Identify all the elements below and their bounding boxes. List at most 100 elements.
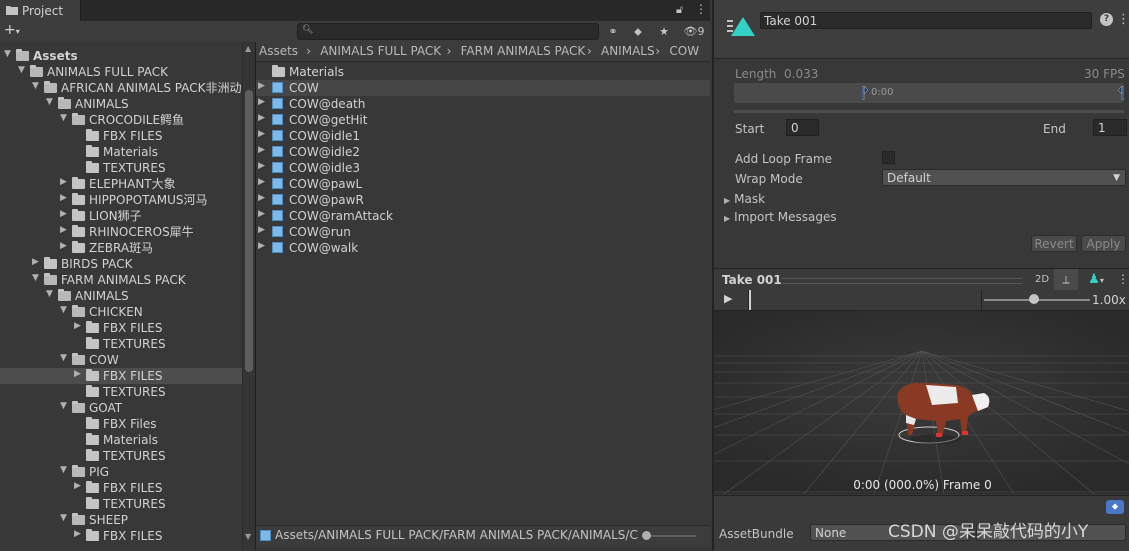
expanded-arrow-icon[interactable]: ▼ (60, 353, 67, 363)
tree-item[interactable]: FBX Files (0, 416, 242, 432)
preview-resize-grip[interactable] (782, 278, 1022, 284)
asset-item[interactable]: ▶ COW@pawL (256, 176, 710, 192)
timeline-scrollbar[interactable] (734, 110, 1124, 113)
breadcrumb-item[interactable]: FARM ANIMALS PACK (461, 44, 586, 58)
asset-item[interactable]: ▶ COW@walk (256, 240, 710, 256)
tree-item[interactable]: ▶ FBX FILES (0, 320, 242, 336)
tree-item[interactable]: TEXTURES (0, 448, 242, 464)
asset-item[interactable]: ▶ COW@idle1 (256, 128, 710, 144)
asset-item[interactable]: ▶ COW@getHit (256, 112, 710, 128)
add-loop-frame-checkbox[interactable] (882, 151, 895, 164)
tree-item[interactable]: TEXTURES (0, 336, 242, 352)
clip-range-timeline[interactable]: 0:00 (734, 83, 1124, 103)
tree-item[interactable]: ▶ ZEBRA斑马 (0, 240, 242, 256)
create-menu-button[interactable]: +▾ (4, 22, 34, 40)
playback-speed-thumb[interactable] (1029, 294, 1039, 304)
end-marker-icon[interactable] (1118, 86, 1124, 100)
expanded-arrow-icon[interactable]: ▼ (18, 65, 25, 75)
collapsed-arrow-icon[interactable]: ▶ (60, 241, 67, 251)
collapsed-arrow-icon[interactable]: ▶ (258, 81, 265, 91)
avatar-humanoid-icon[interactable]: ♟︎▾ (1080, 269, 1112, 290)
asset-item[interactable]: ▶ COW (256, 80, 710, 96)
breadcrumb-item[interactable]: Assets (259, 44, 298, 58)
tree-item[interactable]: ▼ COW (0, 352, 242, 368)
tree-item[interactable]: ▼ Assets (0, 48, 242, 64)
lock-icon[interactable]: 🔓︎ (676, 3, 683, 17)
scroll-up-icon[interactable]: ▲ (245, 44, 251, 53)
collapsed-arrow-icon[interactable]: ▶ (60, 225, 67, 235)
label-tag-icon[interactable]: ⬥ (1106, 500, 1124, 514)
collapsed-arrow-icon[interactable]: ▶ (74, 481, 81, 491)
breadcrumb-item[interactable]: ANIMALS (601, 44, 655, 58)
tree-item[interactable]: TEXTURES (0, 160, 242, 176)
tree-item[interactable]: ▼ ANIMALS (0, 96, 242, 112)
playhead[interactable] (749, 290, 751, 310)
asset-item[interactable]: Materials (256, 64, 710, 80)
mask-foldout[interactable]: ▶ Mask (724, 192, 765, 206)
kebab-menu-icon[interactable]: ⋮ (1117, 12, 1129, 27)
hidden-packages-toggle[interactable]: 👁︎9 (680, 23, 708, 41)
collapsed-arrow-icon[interactable]: ▶ (258, 177, 265, 187)
icon-size-slider[interactable] (646, 535, 696, 537)
tree-item[interactable]: ▶ ELEPHANT大象 (0, 176, 242, 192)
tab-project[interactable]: Project (0, 0, 81, 21)
revert-button[interactable]: Revert (1031, 235, 1077, 252)
tree-item[interactable]: ▼ CHICKEN (0, 304, 242, 320)
tree-item[interactable]: ▼ GOAT (0, 400, 242, 416)
help-icon[interactable]: ? (1100, 13, 1113, 26)
tree-item[interactable]: ▼ AFRICAN ANIMALS PACK非洲动 (0, 80, 242, 96)
preview-timeline[interactable] (748, 290, 982, 310)
asset-item[interactable]: ▶ COW@ramAttack (256, 208, 710, 224)
tree-item[interactable]: ▶ HIPPOPOTAMUS河马 (0, 192, 242, 208)
pivot-icon[interactable]: ⟂ (1054, 269, 1078, 290)
collapsed-arrow-icon[interactable]: ▶ (74, 529, 81, 539)
tree-item[interactable]: ▶ FBX FILES (0, 528, 242, 544)
collapsed-arrow-icon[interactable]: ▶ (60, 193, 67, 203)
favorites-star-icon[interactable]: ★ (653, 23, 675, 41)
collapsed-arrow-icon[interactable]: ▶ (258, 129, 265, 139)
filter-by-type-icon[interactable]: ⚭ (602, 23, 624, 41)
asset-item[interactable]: ▶ COW@idle2 (256, 144, 710, 160)
tree-item[interactable]: ▼ SHEEP (0, 512, 242, 528)
expanded-arrow-icon[interactable]: ▼ (4, 49, 11, 59)
start-frame-field[interactable]: 0 (786, 119, 819, 136)
breadcrumb-item[interactable]: COW (669, 44, 699, 58)
import-messages-foldout[interactable]: ▶ Import Messages (724, 210, 837, 224)
tree-item[interactable]: TEXTURES (0, 496, 242, 512)
asset-item[interactable]: ▶ COW@death (256, 96, 710, 112)
tree-item[interactable]: ▼ CROCODILE鳄鱼 (0, 112, 242, 128)
tree-item[interactable]: Materials (0, 432, 242, 448)
tree-item[interactable]: ▼ FARM ANIMALS PACK (0, 272, 242, 288)
scroll-down-icon[interactable]: ▼ (245, 532, 251, 541)
take-name-field[interactable]: Take 001 (760, 12, 1092, 29)
asset-item[interactable]: ▶ COW@idle3 (256, 160, 710, 176)
collapsed-arrow-icon[interactable]: ▶ (32, 257, 39, 267)
collapsed-arrow-icon[interactable]: ▶ (60, 209, 67, 219)
kebab-menu-icon[interactable]: ⋮ (1117, 272, 1129, 286)
collapsed-arrow-icon[interactable]: ▶ (60, 177, 67, 187)
expanded-arrow-icon[interactable]: ▼ (46, 289, 53, 299)
expanded-arrow-icon[interactable]: ▼ (60, 305, 67, 315)
toggle-2d-button[interactable]: 2D (1030, 269, 1054, 290)
collapsed-arrow-icon[interactable]: ▶ (74, 321, 81, 331)
collapsed-arrow-icon[interactable]: ▶ (258, 225, 265, 235)
tree-item[interactable]: ▼ ANIMALS (0, 288, 242, 304)
expanded-arrow-icon[interactable]: ▼ (60, 513, 67, 523)
asset-item[interactable]: ▶ COW@run (256, 224, 710, 240)
tree-item[interactable]: ▼ ANIMALS FULL PACK (0, 64, 242, 80)
expanded-arrow-icon[interactable]: ▼ (60, 465, 67, 475)
collapsed-arrow-icon[interactable]: ▶ (258, 209, 265, 219)
kebab-menu-icon[interactable]: ⋮ (695, 2, 707, 16)
breadcrumb-item[interactable]: ANIMALS FULL PACK (320, 44, 441, 58)
tree-item[interactable]: ▶ LION狮子 (0, 208, 242, 224)
collapsed-arrow-icon[interactable]: ▶ (258, 145, 265, 155)
apply-button[interactable]: Apply (1081, 235, 1126, 252)
tree-item[interactable]: ▶ FBX FILES (0, 480, 242, 496)
tree-item[interactable]: TEXTURES (0, 384, 242, 400)
play-icon[interactable]: ▶ (724, 292, 732, 305)
collapsed-arrow-icon[interactable]: ▶ (258, 193, 265, 203)
search-input[interactable]: 🔍︎ (297, 23, 599, 40)
tree-scrollbar[interactable]: ▲ ▼ (242, 42, 256, 550)
asset-item[interactable]: ▶ COW@pawR (256, 192, 710, 208)
end-frame-field[interactable]: 1 (1093, 119, 1127, 136)
